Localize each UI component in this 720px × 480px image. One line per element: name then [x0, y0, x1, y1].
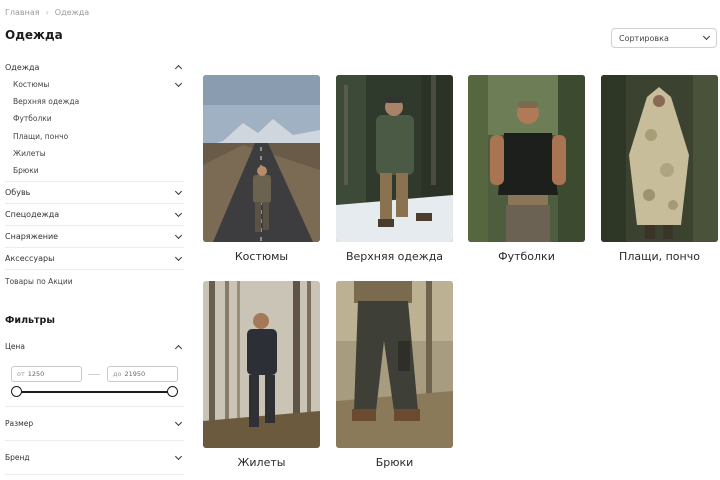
price-from-value: 1250: [27, 370, 45, 378]
chevron-down-icon: [174, 418, 183, 426]
product-image[interactable]: [336, 281, 453, 448]
chevron-down-icon: [174, 253, 183, 261]
price-from-prefix: от: [17, 370, 25, 378]
price-slider-max-handle[interactable]: [167, 386, 178, 397]
price-slider-min-handle[interactable]: [11, 386, 22, 397]
chevron-down-icon: [174, 187, 183, 195]
subcategory-label: Брюки: [13, 166, 39, 176]
price-filter-label: Цена: [5, 342, 25, 351]
product-caption[interactable]: Верхняя одежда: [336, 250, 453, 263]
subcategory-list: Костюмы Верхняя одежда Футболки Плащи, п…: [5, 76, 184, 183]
price-range-dash: [88, 374, 100, 375]
product-card-suits[interactable]: Костюмы: [203, 75, 320, 263]
divider: [5, 440, 184, 441]
price-to-value: 21950: [124, 370, 146, 378]
chevron-down-icon: [174, 452, 183, 460]
price-slider-track[interactable]: [15, 391, 175, 393]
category-sidebar: Одежда Костюмы Верхняя одежда Футболки П…: [5, 58, 184, 292]
product-image[interactable]: [203, 281, 320, 448]
chevron-up-icon: [174, 344, 183, 352]
product-caption[interactable]: Плащи, пончо: [601, 250, 718, 263]
product-card-vests[interactable]: Жилеты: [203, 281, 320, 469]
product-image[interactable]: [601, 75, 718, 242]
price-to-prefix: до: [113, 370, 122, 378]
product-caption[interactable]: Футболки: [468, 250, 585, 263]
brand-filter-toggle[interactable]: Бренд: [5, 452, 184, 462]
size-filter-label: Размер: [5, 419, 34, 428]
promo-link[interactable]: Товары по Акции: [5, 270, 184, 292]
subcategory-label: Жилеты: [13, 148, 46, 158]
price-to-input[interactable]: до 21950: [107, 366, 178, 382]
sort-label: Сортировка: [619, 33, 669, 43]
sort-dropdown[interactable]: Сортировка: [611, 28, 717, 48]
price-from-input[interactable]: от 1250: [11, 366, 82, 382]
product-caption[interactable]: Брюки: [336, 456, 453, 469]
subcategory-pants[interactable]: Брюки: [13, 162, 184, 179]
subcategory-tshirts[interactable]: Футболки: [13, 110, 184, 127]
product-image[interactable]: [203, 75, 320, 242]
category-label: Одежда: [5, 62, 40, 72]
category-equipment[interactable]: Снаряжение: [5, 226, 184, 249]
product-image[interactable]: [468, 75, 585, 242]
product-card-pants[interactable]: Брюки: [336, 281, 453, 469]
promo-label: Товары по Акции: [5, 276, 73, 286]
category-clothing[interactable]: Одежда: [5, 58, 184, 76]
breadcrumb-home-link[interactable]: Главная: [5, 8, 40, 17]
category-label: Обувь: [5, 188, 31, 198]
page-title: Одежда: [5, 28, 63, 42]
breadcrumb-current: Одежда: [54, 8, 90, 17]
category-workwear[interactable]: Спецодежда: [5, 204, 184, 227]
category-label: Снаряжение: [5, 232, 59, 242]
product-caption[interactable]: Костюмы: [203, 250, 320, 263]
subcategory-vests[interactable]: Жилеты: [13, 145, 184, 162]
chevron-down-icon: [174, 79, 183, 87]
breadcrumb: Главная › Одежда: [5, 8, 89, 17]
product-image[interactable]: [336, 75, 453, 242]
chevron-down-icon: [174, 231, 183, 239]
breadcrumb-separator: ›: [45, 8, 49, 17]
size-filter-toggle[interactable]: Размер: [5, 418, 184, 428]
category-label: Аксессуары: [5, 254, 55, 264]
filters-title: Фильтры: [5, 315, 55, 326]
price-filter-toggle[interactable]: Цена: [5, 342, 184, 352]
chevron-down-icon: [174, 209, 183, 217]
category-footwear[interactable]: Обувь: [5, 182, 184, 205]
product-card-tshirts[interactable]: Футболки: [468, 75, 585, 263]
subcategory-label: Костюмы: [13, 80, 50, 90]
subcategory-outerwear[interactable]: Верхняя одежда: [13, 93, 184, 110]
product-card-ponchos[interactable]: Плащи, пончо: [601, 75, 718, 263]
category-label: Спецодежда: [5, 210, 60, 220]
subcategory-label: Плащи, пончо: [13, 131, 69, 141]
divider: [5, 406, 184, 407]
subcategory-label: Футболки: [13, 114, 52, 124]
product-card-outerwear[interactable]: Верхняя одежда: [336, 75, 453, 263]
brand-filter-label: Бренд: [5, 453, 30, 462]
product-caption[interactable]: Жилеты: [203, 456, 320, 469]
subcategory-ponchos[interactable]: Плащи, пончо: [13, 128, 184, 145]
divider: [5, 474, 184, 475]
chevron-down-icon: [702, 32, 711, 41]
category-accessories[interactable]: Аксессуары: [5, 248, 184, 271]
chevron-up-icon: [174, 64, 183, 73]
subcategory-label: Верхняя одежда: [13, 97, 80, 107]
subcategory-suits[interactable]: Костюмы: [13, 76, 184, 93]
